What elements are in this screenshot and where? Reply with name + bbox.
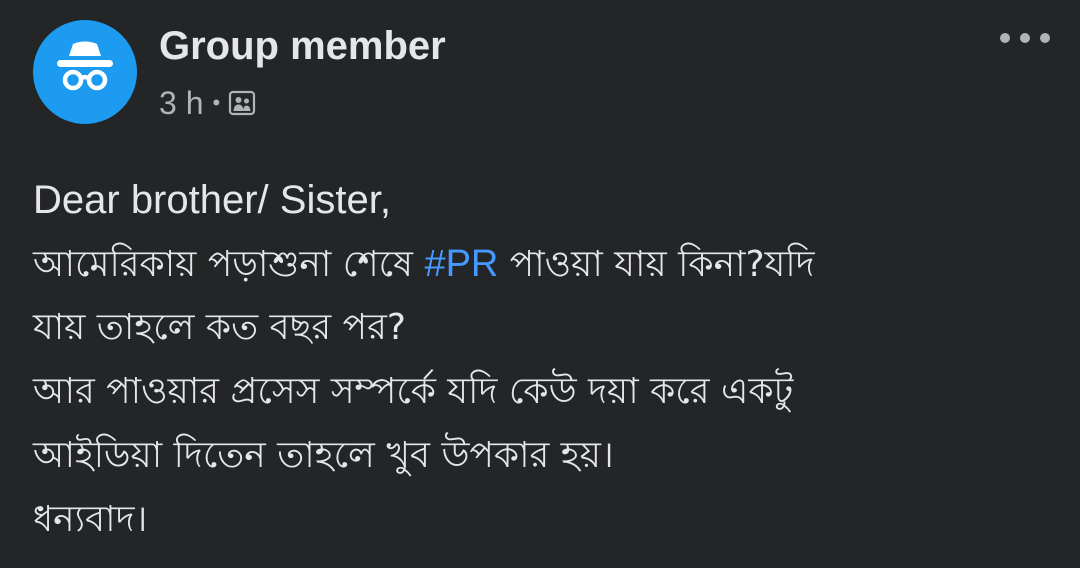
more-options-icon[interactable] <box>1000 26 1050 50</box>
more-dot <box>1040 33 1050 43</box>
post-line-followup: যায় তাহলে কত বছর পর? <box>33 307 407 348</box>
more-dot <box>1020 33 1030 43</box>
post-line-process: আর পাওয়ার প্রসেস সম্পর্কে যদি কেউ দয়া … <box>33 371 794 412</box>
avatar[interactable] <box>33 20 137 124</box>
incognito-icon <box>57 41 113 91</box>
author-name[interactable]: Group member <box>159 22 446 70</box>
post-line-request: আইডিয়া দিতেন তাহলে খুব উপকার হয়। <box>33 435 614 476</box>
post-text: Dear brother/ Sister, আমেরিকায় পড়াশুনা… <box>33 168 1053 552</box>
group-icon[interactable] <box>228 89 256 117</box>
hashtag-link[interactable]: #PR <box>424 243 498 285</box>
more-dot <box>1000 33 1010 43</box>
post-text-segment: আমেরিকায় পড়াশুনা শেষে <box>33 244 425 285</box>
post-meta: 3 h • <box>159 82 256 124</box>
post-card: Group member 3 h • Dear brother/ Sister,… <box>0 0 1080 568</box>
post-line-question: আমেরিকায় পড়াশুনা শেষে #PR পাওয়া যায় … <box>33 232 1053 296</box>
post-text-segment: পাওয়া যায় কিনা?যদি <box>498 244 815 285</box>
post-line-greeting: Dear brother/ Sister, <box>33 178 391 222</box>
post-line-thanks: ধন্যবাদ। <box>33 499 148 540</box>
post-time[interactable]: 3 h <box>159 85 203 122</box>
meta-separator: • <box>212 90 221 115</box>
